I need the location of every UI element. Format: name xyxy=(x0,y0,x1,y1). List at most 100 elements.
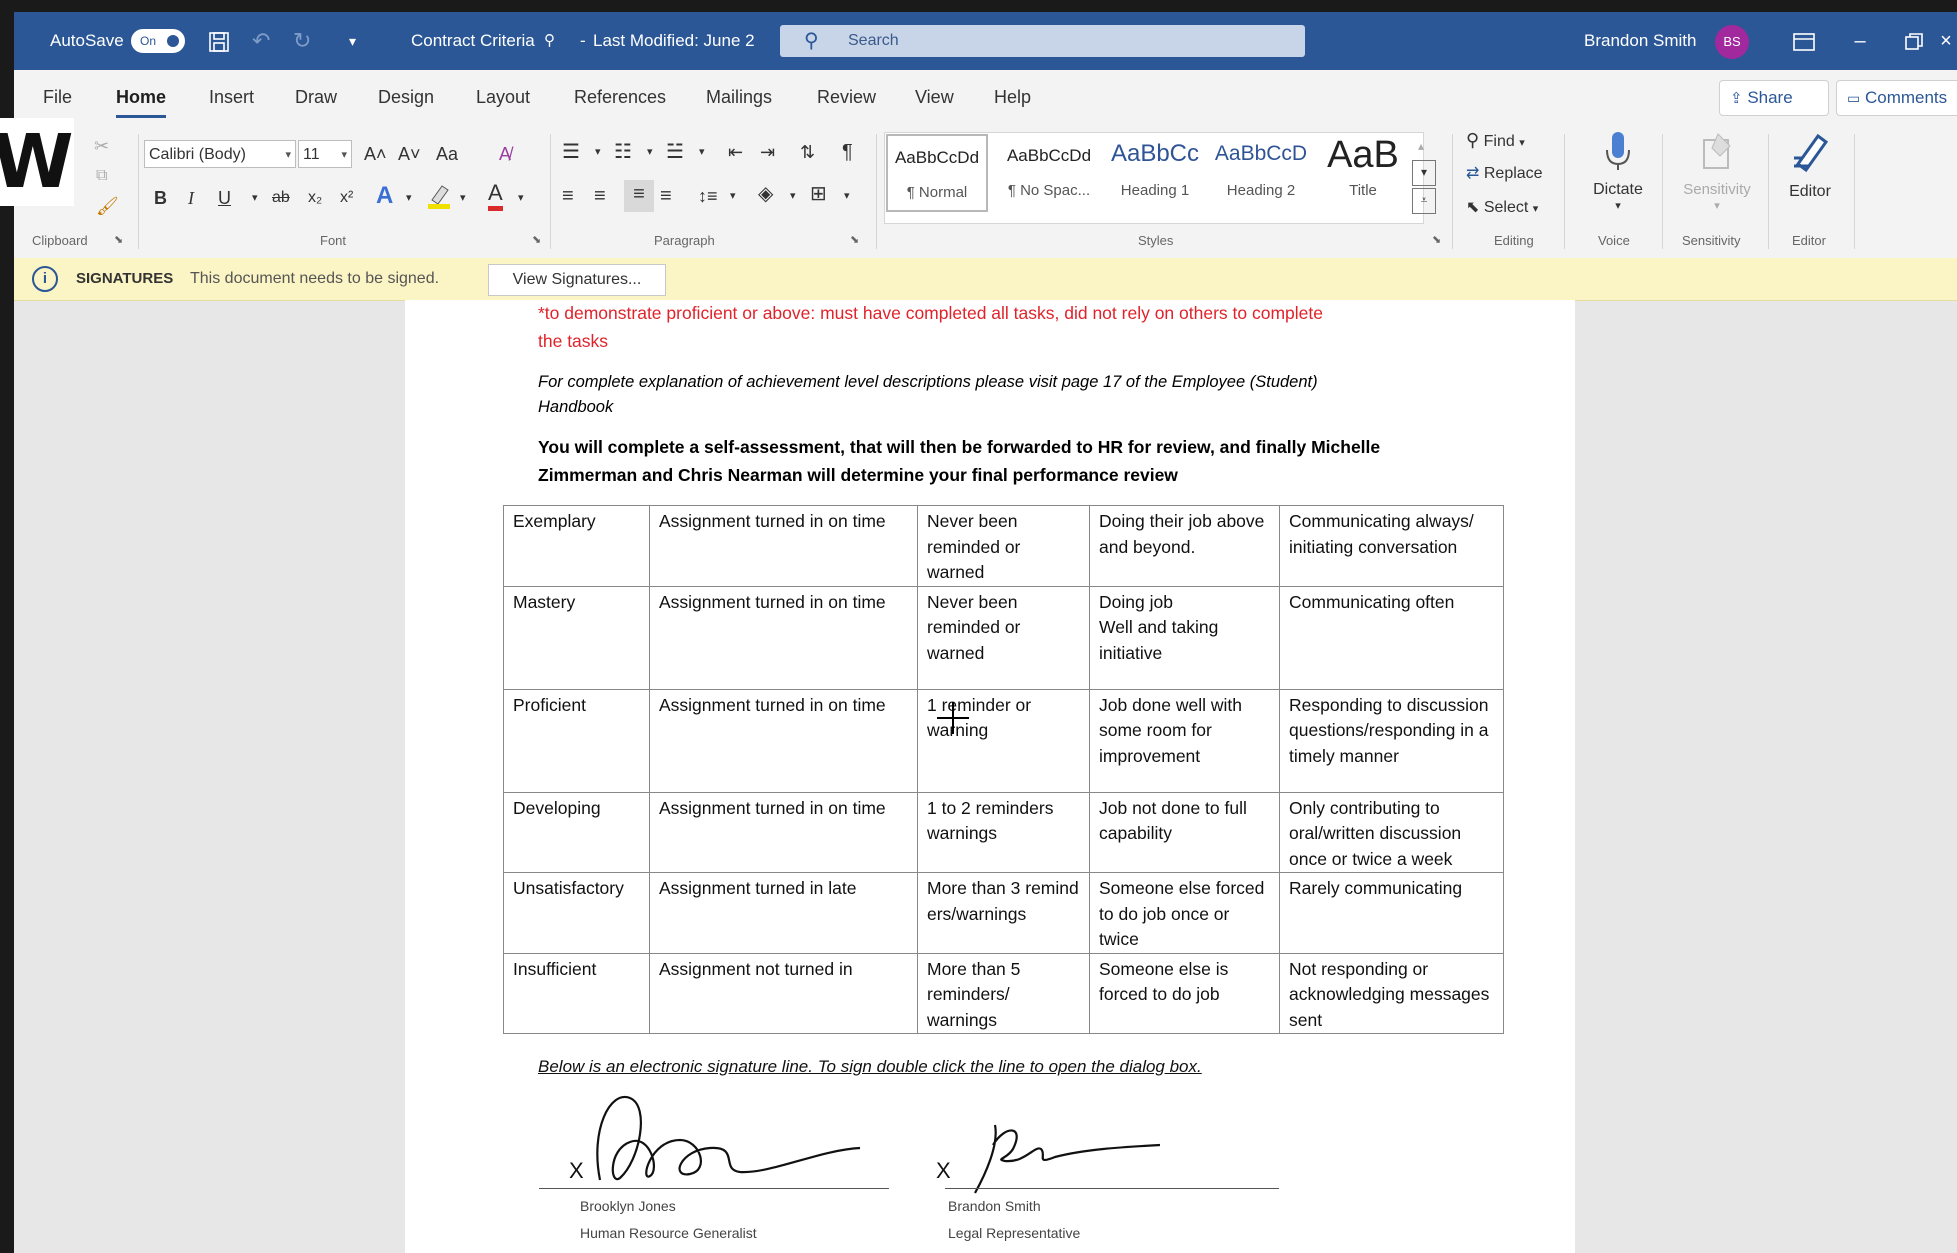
tab-draw[interactable]: Draw xyxy=(295,70,337,124)
table-cell[interactable]: Someone else forced to do job once or tw… xyxy=(1089,872,1280,954)
chevron-down-icon[interactable]: ▾ xyxy=(595,138,601,166)
style-heading-1[interactable]: AaBbCc Heading 1 xyxy=(1104,134,1206,212)
chevron-down-icon[interactable]: ▾ xyxy=(699,138,705,166)
dictate-button[interactable]: Dictate ▾ xyxy=(1584,130,1652,212)
save-icon[interactable] xyxy=(207,12,231,70)
justify-icon[interactable]: ≡ xyxy=(660,182,672,210)
signature-line-2[interactable] xyxy=(945,1188,1279,1189)
line-spacing-icon[interactable]: ↕≡ xyxy=(698,182,718,210)
close-icon[interactable]: × xyxy=(1936,12,1956,70)
sensitivity-button[interactable]: Sensitivity ▾ xyxy=(1672,130,1762,212)
borders-icon[interactable]: ⊞ xyxy=(810,180,827,208)
shading-icon[interactable]: ◈ xyxy=(758,180,773,208)
chevron-down-icon[interactable]: ▾ xyxy=(730,182,736,210)
tab-home[interactable]: Home xyxy=(116,70,167,124)
chevron-down-icon[interactable]: ▾ xyxy=(518,184,524,212)
select-button[interactable]: ⬉ Select ▾ xyxy=(1466,194,1538,223)
search-box[interactable]: ⚲ Search xyxy=(780,25,1305,57)
table-cell[interactable]: Doing their job above and beyond. xyxy=(1089,505,1280,587)
last-modified[interactable]: Last Modified: June 2 xyxy=(593,12,755,70)
text-effects-button[interactable]: A xyxy=(376,182,393,210)
font-size-combo[interactable]: 11 ▾ xyxy=(298,140,352,168)
table-cell[interactable]: Never been reminded or warned xyxy=(917,505,1090,587)
user-name[interactable]: Brandon Smith xyxy=(1584,12,1696,70)
table-cell[interactable]: Not responding or acknowledging messages… xyxy=(1279,952,1504,1034)
table-cell[interactable]: Communicating always/ initiating convers… xyxy=(1279,505,1504,587)
tab-layout[interactable]: Layout xyxy=(476,70,530,124)
replace-button[interactable]: ⇄ Replace xyxy=(1466,160,1543,188)
font-color-button[interactable]: A xyxy=(488,180,503,211)
table-cell[interactable]: More than 3 reminders/warnings xyxy=(917,872,1090,954)
tab-review[interactable]: Review xyxy=(817,70,876,124)
highlighter-icon[interactable] xyxy=(426,182,452,218)
share-button[interactable]: ⇪ Share xyxy=(1719,80,1829,116)
table-cell[interactable]: Assignment turned in on time xyxy=(649,585,918,690)
undo-icon[interactable]: ↶ xyxy=(252,12,270,70)
quick-access-dropdown-icon[interactable]: ▾ xyxy=(349,12,356,70)
bold-button[interactable]: B xyxy=(154,184,167,212)
tab-design[interactable]: Design xyxy=(378,70,434,124)
align-center-icon[interactable]: ≡ xyxy=(594,182,606,210)
find-button[interactable]: ⚲ Find ▾ xyxy=(1466,126,1525,157)
table-cell[interactable]: More than 5 reminders/ warnings xyxy=(917,952,1090,1034)
font-name-combo[interactable]: Calibri (Body) ▾ xyxy=(144,140,296,168)
chevron-down-icon[interactable]: ▾ xyxy=(460,184,466,212)
table-cell[interactable]: Insufficient xyxy=(503,952,650,1034)
ribbon-display-icon[interactable] xyxy=(1784,12,1824,70)
superscript-button[interactable]: x² xyxy=(340,184,353,212)
subscript-button[interactable]: x₂ xyxy=(308,184,322,212)
increase-indent-icon[interactable]: ⇥ xyxy=(760,138,775,166)
gallery-scroll-up-icon[interactable]: ▴ xyxy=(1418,132,1424,160)
align-left-icon[interactable]: ≡ xyxy=(562,182,574,210)
redo-icon[interactable]: ↻ xyxy=(293,12,311,70)
underline-button[interactable]: U xyxy=(218,184,231,212)
chevron-down-icon[interactable]: ▾ xyxy=(647,138,653,166)
style-normal[interactable]: AaBbCcDd ¶ Normal xyxy=(886,134,988,212)
italic-button[interactable]: I xyxy=(188,184,194,212)
table-cell[interactable]: Communicating often xyxy=(1279,585,1504,690)
tab-insert[interactable]: Insert xyxy=(209,70,254,124)
numbering-icon[interactable]: ☷ xyxy=(614,138,632,166)
signature-line-1[interactable] xyxy=(539,1188,889,1189)
decrease-indent-icon[interactable]: ⇤ xyxy=(728,138,743,166)
tab-file[interactable]: File xyxy=(43,70,72,124)
cut-icon[interactable]: ✂ xyxy=(94,132,109,160)
copy-icon[interactable]: ⧉ xyxy=(96,162,107,190)
table-cell[interactable]: Mastery xyxy=(503,585,650,690)
table-cell[interactable]: Proficient xyxy=(503,688,650,793)
signature-2-scribble[interactable] xyxy=(965,1115,1165,1195)
tab-help[interactable]: Help xyxy=(994,70,1031,124)
table-cell[interactable]: Responding to discussion questions/respo… xyxy=(1279,688,1504,793)
table-cell[interactable]: Assignment turned in on time xyxy=(649,791,918,873)
clipboard-launcher-icon[interactable]: ⬊ xyxy=(114,233,123,246)
table-cell[interactable]: Only contributing to oral/written discus… xyxy=(1279,791,1504,873)
style-heading-2[interactable]: AaBbCcD Heading 2 xyxy=(1210,134,1312,212)
multilevel-list-icon[interactable]: ☱ xyxy=(666,138,684,166)
shrink-font-button[interactable]: A˅ xyxy=(398,140,421,168)
table-cell[interactable]: Never been reminded or warned xyxy=(917,585,1090,690)
grow-font-button[interactable]: A˄ xyxy=(364,140,387,168)
chevron-down-icon[interactable]: ▾ xyxy=(406,184,412,212)
tab-view[interactable]: View xyxy=(915,70,954,124)
table-cell[interactable]: Developing xyxy=(503,791,650,873)
tab-references[interactable]: References xyxy=(574,70,666,124)
chevron-down-icon[interactable]: ▾ xyxy=(790,182,796,210)
avatar[interactable]: BS xyxy=(1715,25,1749,59)
table-cell[interactable]: Unsatisfactory xyxy=(503,872,650,954)
bullets-icon[interactable]: ☰ xyxy=(562,138,580,166)
strikethrough-button[interactable]: ab xyxy=(272,184,290,212)
table-cell[interactable]: Assignment turned in late xyxy=(649,872,918,954)
view-signatures-button[interactable]: View Signatures... xyxy=(488,264,666,296)
minimize-icon[interactable]: – xyxy=(1840,12,1880,70)
change-case-button[interactable]: Aa xyxy=(436,140,458,168)
comments-button[interactable]: ▭ Comments xyxy=(1836,80,1957,116)
table-cell[interactable]: Exemplary xyxy=(503,505,650,587)
editor-button[interactable]: Editor xyxy=(1776,130,1844,202)
table-cell[interactable]: Assignment turned in on time xyxy=(649,505,918,587)
table-cell[interactable]: Doing job Well and taking initiative xyxy=(1089,585,1280,690)
sort-icon[interactable]: ⇅ xyxy=(800,138,815,166)
align-right-icon[interactable]: ≡ xyxy=(624,180,654,212)
table-cell[interactable]: Someone else is forced to do job xyxy=(1089,952,1280,1034)
style-no-spacing[interactable]: AaBbCcDd ¶ No Spac... xyxy=(998,134,1100,212)
table-cell[interactable]: Job not done to full capability xyxy=(1089,791,1280,873)
